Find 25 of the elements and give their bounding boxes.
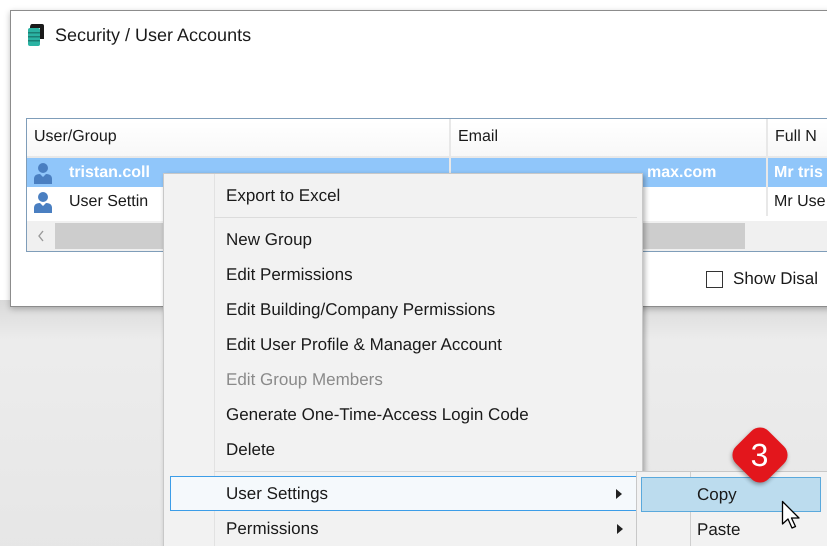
table-cell: Mr Use <box>774 192 826 210</box>
user-icon <box>33 190 53 212</box>
menu-item[interactable]: Generate One-Time-Access Login Code <box>164 397 637 432</box>
menu-item[interactable]: Edit Building/Company Permissions <box>164 292 637 327</box>
menu-item[interactable]: Permissions <box>164 511 637 546</box>
app-icon <box>26 23 46 47</box>
table-cell: max.com <box>647 164 716 182</box>
user-icon <box>33 162 53 184</box>
column-header[interactable]: User/Group <box>27 119 451 156</box>
column-header[interactable]: Email <box>451 119 768 156</box>
menu-item[interactable]: Delete <box>164 432 637 467</box>
menu-item[interactable]: Paste <box>637 512 819 546</box>
checkbox[interactable] <box>706 270 723 288</box>
menu-item[interactable]: Edit Permissions <box>164 257 637 292</box>
menu-item[interactable]: Edit User Profile & Manager Account <box>164 327 637 362</box>
column-header[interactable]: Full N <box>768 119 827 156</box>
table-cell: tristan.coll <box>69 164 150 182</box>
menu-item[interactable]: Copy <box>641 477 821 512</box>
menu-item[interactable]: New Group <box>164 222 637 257</box>
checkbox-label: Show Disal <box>733 269 818 289</box>
table-cell: User Settin <box>69 192 148 210</box>
chevron-left-icon <box>37 230 45 242</box>
window-title: Security / User Accounts <box>55 24 252 46</box>
table-cell: Mr tris <box>774 164 823 182</box>
menu-item[interactable]: User Settings <box>170 476 637 511</box>
